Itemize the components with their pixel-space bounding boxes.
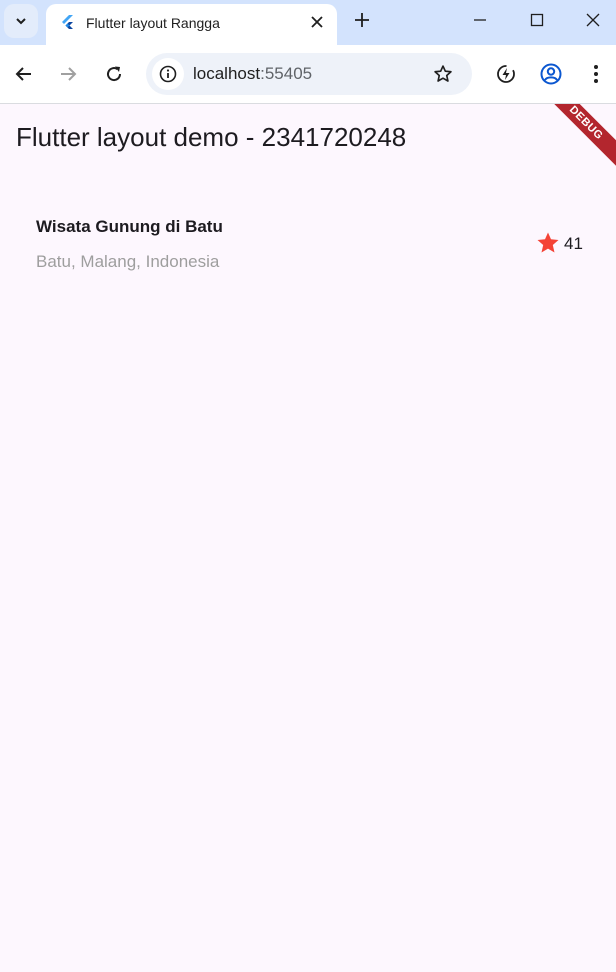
debug-banner: DEBUG (537, 104, 616, 172)
lightning-icon (497, 65, 515, 83)
url-port: :55405 (260, 64, 313, 83)
plus-icon (355, 13, 369, 27)
app-content: Flutter layout demo - 2341720248 Wisata … (0, 104, 616, 972)
tab-strip: Flutter layout Rangga (0, 0, 616, 45)
profile-icon (540, 63, 562, 85)
maximize-icon (530, 13, 544, 27)
star-outline-icon (434, 65, 452, 82)
back-button[interactable] (10, 60, 38, 88)
url-host: localhost (193, 64, 261, 83)
url-text: localhost:55405 (193, 64, 312, 84)
close-icon (586, 13, 600, 27)
maximize-button[interactable] (520, 6, 554, 34)
minimize-icon (474, 19, 486, 21)
reload-button[interactable] (100, 60, 128, 88)
performance-button[interactable] (492, 60, 520, 88)
address-bar[interactable]: localhost:55405 (146, 53, 472, 95)
browser-tab[interactable]: Flutter layout Rangga (46, 4, 337, 45)
new-tab-button[interactable] (350, 8, 374, 32)
arrow-right-icon (61, 67, 77, 81)
more-vert-icon (594, 65, 598, 83)
browser-toolbar: localhost:55405 (0, 45, 616, 104)
window-close-button[interactable] (576, 6, 610, 34)
info-icon (159, 65, 177, 83)
close-icon (311, 16, 323, 28)
rating-count: 41 (564, 234, 583, 253)
site-info-button[interactable] (152, 58, 184, 90)
menu-button[interactable] (582, 60, 610, 88)
tab-close-button[interactable] (308, 13, 326, 31)
page-title: Flutter layout demo - 2341720248 (16, 122, 407, 152)
minimize-button[interactable] (463, 6, 497, 34)
star-icon (537, 232, 559, 253)
tab-search-button[interactable] (4, 4, 38, 38)
arrow-left-icon (15, 67, 31, 81)
flutter-icon (62, 15, 73, 29)
profile-button[interactable] (537, 60, 565, 88)
bookmark-button[interactable] (430, 61, 456, 87)
forward-button[interactable] (54, 60, 82, 88)
tab-title: Flutter layout Rangga (86, 15, 220, 31)
chevron-down-icon (16, 18, 26, 25)
reload-icon (107, 66, 122, 82)
location-title: Wisata Gunung di Batu (36, 217, 223, 236)
location-subtitle: Batu, Malang, Indonesia (36, 252, 220, 271)
